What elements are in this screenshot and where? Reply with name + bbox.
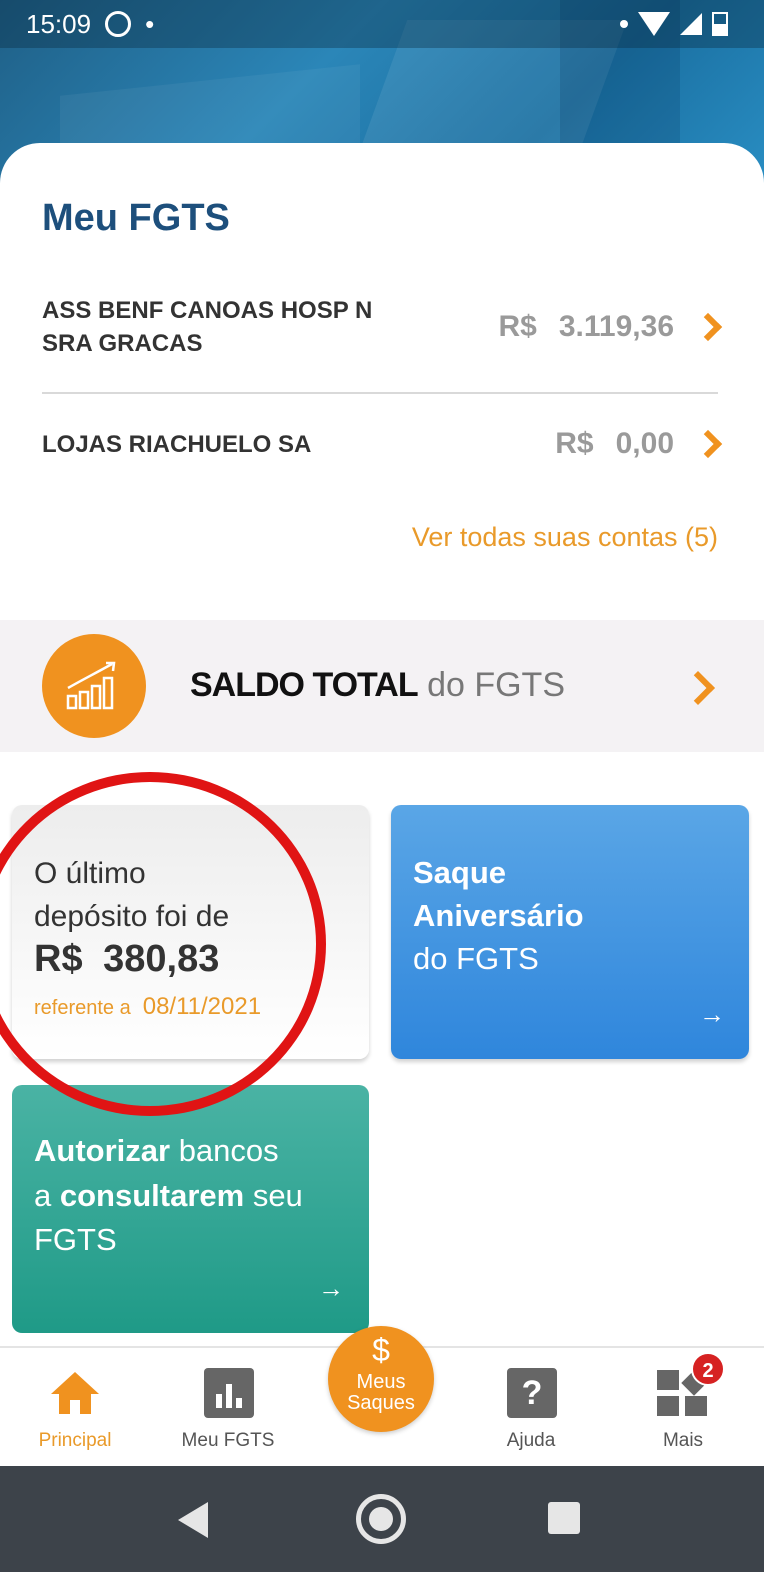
home-button-icon[interactable] (356, 1494, 406, 1544)
deposit-line1: O último (34, 857, 146, 890)
autorizar-text: seu (244, 1178, 303, 1213)
account-row[interactable]: ASS BENF CANOAS HOSP N SRA GRACAS R$ 3.1… (42, 293, 723, 361)
autorizar-line3: FGTS (34, 1222, 117, 1257)
autorizar-bold: Autorizar (34, 1133, 171, 1168)
amount-value: 3.119,36 (558, 310, 674, 343)
recent-apps-icon[interactable] (548, 1502, 580, 1534)
meus-saques-button[interactable]: $ Meus Saques (328, 1326, 434, 1432)
autorizar-line1: Autorizar bancos (34, 1133, 279, 1169)
autorizar-bold: consultarem (59, 1178, 245, 1213)
notification-dot: • (145, 8, 155, 39)
currency: R$ (498, 310, 537, 343)
account-amount: R$ 0,00 (555, 427, 723, 461)
saque-line3: do FGTS (413, 941, 539, 976)
saque-line2: Aniversário (413, 898, 584, 933)
grid-icon: 2 (657, 1352, 725, 1418)
clock: 15:09 (26, 8, 92, 39)
dollar-icon: $ (372, 1332, 390, 1368)
help-icon: ? (507, 1368, 557, 1418)
signal-icon (680, 13, 702, 35)
autorizar-line2: a consultarem seu (34, 1178, 303, 1214)
home-icon (51, 1372, 99, 1416)
battery-icon (712, 12, 728, 36)
deposit-line2: depósito foi de (34, 900, 230, 933)
growth-chart-icon (42, 634, 146, 738)
wifi-icon (638, 12, 670, 36)
nav-meu-fgts-label: Meu FGTS (181, 1430, 275, 1451)
arrow-right-icon: → (699, 999, 725, 1029)
system-nav-bar (0, 1466, 764, 1572)
currency: R$ (555, 427, 594, 460)
see-all-accounts-link[interactable]: Ver todas suas contas (5) (412, 522, 718, 553)
nav-principal[interactable]: Principal (15, 1348, 135, 1468)
reference-date: 08/11/2021 (142, 993, 262, 1020)
amount-value: 0,00 (615, 427, 674, 460)
autorizar-bancos-tile[interactable]: Autorizar bancos a consultarem seu FGTS … (12, 1085, 369, 1333)
saque-aniversario-tile[interactable]: Saque Aniversário do FGTS → (391, 805, 749, 1059)
fab-label-line2: Saques (347, 1392, 415, 1414)
notification-badge: 2 (691, 1352, 725, 1386)
notification-dot-icon (620, 20, 628, 28)
last-deposit-tile[interactable]: O último depósito foi de R$ 380,83 refer… (12, 805, 369, 1059)
deposit-reference: referente a 08/11/2021 (34, 993, 261, 1021)
chevron-right-icon (693, 312, 723, 342)
nav-ajuda-label: Ajuda (506, 1430, 556, 1451)
bar-chart-icon (204, 1368, 254, 1418)
nav-mais[interactable]: 2 Mais (623, 1348, 743, 1468)
page-title: Meu FGTS (42, 197, 230, 239)
autorizar-text: a (34, 1178, 60, 1213)
chevron-right-icon (693, 429, 723, 459)
back-icon[interactable] (178, 1502, 208, 1538)
nav-principal-label: Principal (38, 1430, 112, 1451)
fab-label-line1: Meus (356, 1371, 406, 1393)
account-amount: R$ 3.119,36 (498, 310, 723, 344)
arrow-right-icon: → (318, 1273, 344, 1303)
saldo-strong-text: SALDO TOTAL (190, 666, 419, 704)
nav-meu-fgts[interactable]: Meu FGTS (168, 1348, 288, 1468)
account-name: LOJAS RIACHUELO SA (42, 430, 312, 458)
deposit-amount: R$ 380,83 (34, 938, 220, 980)
saldo-light-text: do FGTS (427, 666, 566, 704)
account-row[interactable]: LOJAS RIACHUELO SA R$ 0,00 (42, 420, 723, 468)
status-bar: 15:09 • (0, 0, 764, 48)
saque-line1: Saque (413, 855, 507, 890)
nav-ajuda[interactable]: ? Ajuda (471, 1348, 591, 1468)
reference-label: referente a (34, 997, 131, 1019)
account-name: ASS BENF CANOAS HOSP N SRA GRACAS (42, 297, 373, 357)
nav-mais-label: Mais (662, 1430, 704, 1451)
divider (42, 392, 718, 394)
saldo-total-label: SALDO TOTAL do FGTS (190, 666, 565, 705)
autorizar-text: bancos (170, 1133, 279, 1168)
whatsapp-icon (105, 11, 132, 37)
